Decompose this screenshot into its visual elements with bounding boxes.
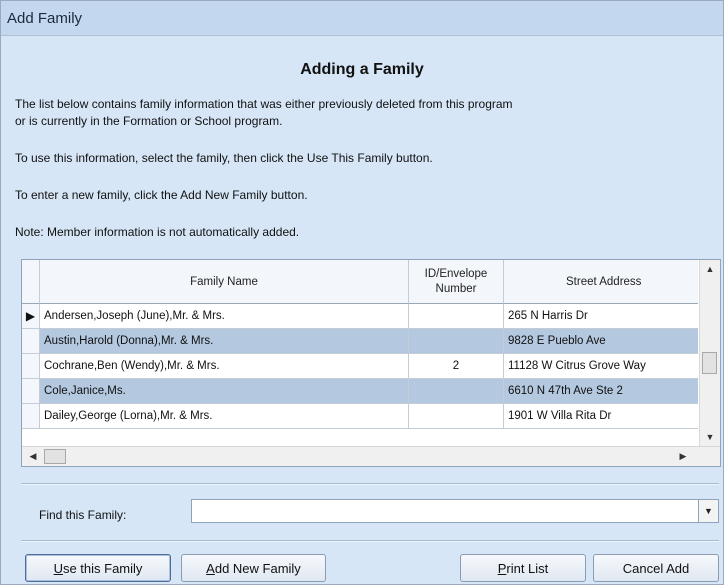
note-text: Note: Member information is not automati… [15, 225, 300, 239]
cell-id-envelope[interactable] [409, 404, 504, 429]
cell-street-address[interactable]: 1901 W Villa Rita Dr [504, 404, 698, 429]
horizontal-scroll-thumb[interactable] [44, 449, 66, 464]
find-family-label: Find this Family: [39, 508, 127, 522]
divider-top [21, 483, 719, 485]
cell-street-address[interactable]: 9828 E Pueblo Ave [504, 329, 698, 354]
column-header-id-envelope[interactable]: ID/Envelope Number [409, 260, 504, 304]
cancel-add-button[interactable]: Cancel Add [593, 554, 719, 582]
family-grid[interactable]: Family Name ID/Envelope Number Street Ad… [21, 259, 721, 467]
cell-family-name[interactable]: Cole,Janice,Ms. [40, 379, 409, 404]
grid-viewport: Family Name ID/Envelope Number Street Ad… [22, 260, 698, 446]
cell-family-name[interactable]: Austin,Harold (Donna),Mr. & Mrs. [40, 329, 409, 354]
intro-line-2: or is currently in the Formation or Scho… [15, 114, 283, 128]
add-new-family-button[interactable]: Add New Family [181, 554, 326, 582]
scroll-right-icon[interactable]: ▶ [674, 447, 692, 466]
row-selector[interactable] [22, 354, 40, 379]
table-row[interactable]: Dailey,George (Lorna),Mr. & Mrs. 1901 W V… [22, 404, 698, 429]
cell-family-name[interactable]: Cochrane,Ben (Wendy),Mr. & Mrs. [40, 354, 409, 379]
find-family-input[interactable] [191, 499, 699, 523]
intro-line-1: The list below contains family informati… [15, 97, 513, 111]
column-header-street-address[interactable]: Street Address [504, 260, 698, 304]
window-title: Add Family [7, 9, 83, 27]
title-bar: Add Family [1, 1, 723, 36]
vertical-scroll-thumb[interactable] [702, 352, 717, 374]
cell-family-name[interactable]: Dailey,George (Lorna),Mr. & Mrs. [40, 404, 409, 429]
add-instructions: To enter a new family, click the Add New… [15, 188, 308, 202]
cell-id-envelope[interactable] [409, 329, 504, 354]
cell-street-address[interactable]: 11128 W Citrus Grove Way [504, 354, 698, 379]
horizontal-scrollbar[interactable]: ◀ ▶ [22, 446, 720, 466]
chevron-down-icon[interactable]: ▼ [699, 499, 719, 523]
table-row[interactable]: ▶ Andersen,Joseph (June),Mr. & Mrs. 265 N … [22, 304, 698, 329]
table-row[interactable]: Cochrane,Ben (Wendy),Mr. & Mrs. 2 11128 W … [22, 354, 698, 379]
add-family-dialog: Add Family Adding a Family The list belo… [0, 0, 724, 585]
use-instructions: To use this information, select the fami… [15, 151, 433, 165]
cell-street-address[interactable]: 6610 N 47th Ave Ste 2 [504, 379, 698, 404]
scroll-up-icon[interactable]: ▲ [700, 260, 720, 278]
row-selector-header [22, 260, 40, 304]
intro-paragraph: The list below contains family informati… [15, 96, 715, 130]
vertical-scrollbar[interactable]: ▲ ▼ [699, 260, 720, 446]
dialog-heading: Adding a Family [300, 61, 424, 78]
divider-bottom [21, 540, 719, 542]
scroll-down-icon[interactable]: ▼ [700, 428, 720, 446]
cell-id-envelope[interactable] [409, 379, 504, 404]
scroll-left-icon[interactable]: ◀ [24, 447, 42, 466]
use-this-family-button[interactable]: Use this Family [25, 554, 171, 582]
row-selector[interactable] [22, 404, 40, 429]
cell-family-name[interactable]: Andersen,Joseph (June),Mr. & Mrs. [40, 304, 409, 329]
row-selector[interactable] [22, 379, 40, 404]
column-header-family-name[interactable]: Family Name [40, 260, 409, 304]
current-row-icon: ▶ [25, 309, 36, 323]
table-row[interactable]: Austin,Harold (Donna),Mr. & Mrs. 9828 E P… [22, 329, 698, 354]
row-selector[interactable] [22, 329, 40, 354]
print-list-button[interactable]: Print List [460, 554, 586, 582]
cell-id-envelope[interactable]: 2 [409, 354, 504, 379]
table-row[interactable]: Cole,Janice,Ms. 6610 N 47th Ave Ste 2 [22, 379, 698, 404]
cell-street-address[interactable]: 265 N Harris Dr [504, 304, 698, 329]
cell-id-envelope[interactable] [409, 304, 504, 329]
row-selector[interactable]: ▶ [22, 304, 40, 329]
